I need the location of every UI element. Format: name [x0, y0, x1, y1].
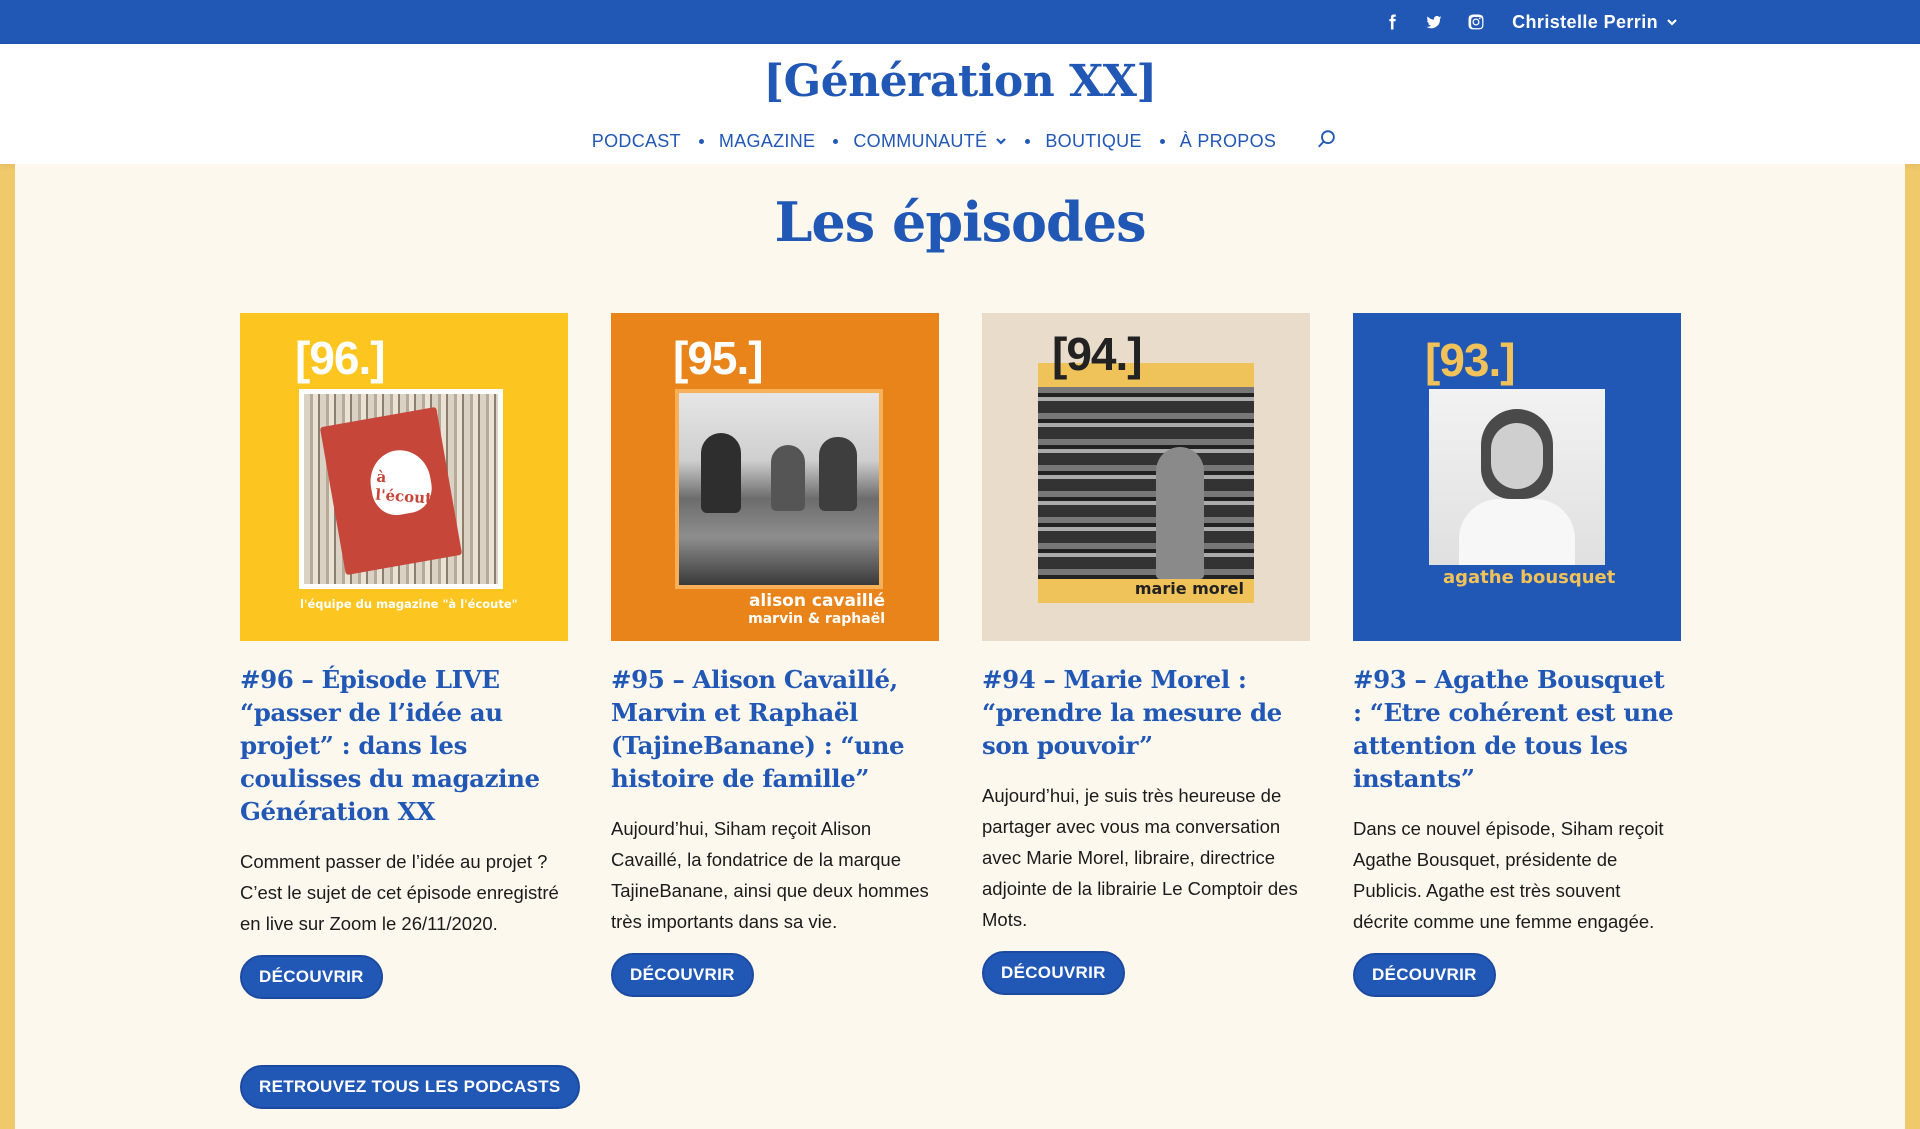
episode-excerpt: Comment passer de l’idée au projet ? C’e… — [240, 851, 559, 934]
nav-label: MAGAZINE — [718, 131, 816, 151]
site-logo[interactable]: [Génération XX] — [0, 56, 1920, 107]
discover-button[interactable]: DÉCOUVRIR — [611, 953, 754, 997]
discover-button[interactable]: DÉCOUVRIR — [240, 955, 383, 999]
nav-item-magazine[interactable]: MAGAZINE — [719, 131, 815, 152]
episode-photo — [1038, 387, 1254, 579]
instagram-icon[interactable] — [1466, 12, 1486, 32]
top-bar: Christelle Perrin — [0, 0, 1920, 44]
facebook-icon[interactable] — [1382, 12, 1402, 32]
nav-separator — [698, 139, 704, 144]
search-icon[interactable] — [1316, 128, 1338, 155]
chevron-down-icon — [995, 131, 1007, 152]
chevron-down-icon — [1666, 12, 1678, 33]
episode-number: [95.] — [673, 332, 764, 384]
episode-photo: à l'écoute — [299, 389, 503, 589]
user-menu[interactable]: Christelle Perrin — [1512, 12, 1678, 33]
episode-title[interactable]: #94 – Marie Morel : “prendre la mesure d… — [982, 663, 1310, 762]
site-header: [Génération XX] PODCAST MAGAZINE COMMUNA… — [0, 44, 1920, 164]
discover-button[interactable]: DÉCOUVRIR — [982, 951, 1125, 995]
cover-caption: marie morel — [1134, 579, 1244, 598]
episode-photo — [675, 389, 883, 589]
section-title: Les épisodes — [774, 190, 1146, 254]
episode-cover[interactable]: [93.] agathe bousquet — [1353, 313, 1681, 641]
episode-excerpt: Aujourd’hui, Siham reçoit Alison Cavaill… — [611, 818, 929, 932]
nav-separator — [1159, 139, 1165, 144]
nav-separator — [833, 139, 839, 144]
episode-card: [93.] agathe bousquet #93 – Agathe Bousq… — [1353, 313, 1681, 997]
cover-caption: agathe bousquet — [1443, 567, 1616, 588]
discover-button[interactable]: DÉCOUVRIR — [1353, 953, 1496, 997]
episode-number: [96.] — [295, 332, 386, 384]
cover-caption-secondary: marvin & raphaël — [748, 611, 885, 627]
cover-image-text: à l'écoute — [374, 467, 443, 509]
cover-caption: alison cavaillé — [748, 591, 885, 611]
nav-separator — [1025, 139, 1031, 144]
nav-label: PODCAST — [591, 131, 681, 151]
episode-excerpt: Dans ce nouvel épisode, Siham reçoit Aga… — [1353, 818, 1664, 932]
nav-item-a-propos[interactable]: À PROPOS — [1180, 131, 1276, 152]
episode-cover[interactable]: [96.] à l'écoute l'équipe du magazine "à… — [240, 313, 568, 641]
all-podcasts-button[interactable]: RETROUVEZ TOUS LES PODCASTS — [240, 1065, 580, 1109]
episode-number: [93.] — [1425, 334, 1516, 386]
episode-card: [94.] marie morel #94 – Marie Morel : “p… — [982, 313, 1310, 995]
episode-title[interactable]: #93 – Agathe Bousquet : “Etre cohérent e… — [1353, 663, 1681, 795]
nav-item-podcast[interactable]: PODCAST — [592, 131, 681, 152]
social-links — [1382, 12, 1486, 32]
nav-item-boutique[interactable]: BOUTIQUE — [1045, 131, 1141, 152]
episode-cover[interactable]: [94.] marie morel — [982, 313, 1310, 641]
episode-photo — [1429, 389, 1605, 565]
episode-cover[interactable]: [95.] alison cavaillé marvin & raphaël — [611, 313, 939, 641]
episode-title[interactable]: #96 – Épisode LIVE “passer de l’idée au … — [240, 663, 568, 828]
episode-excerpt: Aujourd’hui, je suis très heureuse de pa… — [982, 785, 1298, 930]
twitter-icon[interactable] — [1424, 12, 1444, 32]
nav-label: BOUTIQUE — [1045, 131, 1142, 151]
nav-label: À PROPOS — [1179, 131, 1277, 151]
cover-caption: l'équipe du magazine "à l'écoute" — [300, 597, 518, 611]
episode-card: [96.] à l'écoute l'équipe du magazine "à… — [240, 313, 568, 999]
episode-card: [95.] alison cavaillé marvin & raphaël #… — [611, 313, 939, 997]
user-name: Christelle Perrin — [1512, 11, 1658, 32]
nav-label: COMMUNAUTÉ — [853, 131, 988, 151]
episode-number: [94.] — [1052, 328, 1143, 380]
episodes-section: Les épisodes [96.] à l'écoute l'équipe d… — [15, 164, 1905, 1129]
main-nav: PODCAST MAGAZINE COMMUNAUTÉ BOUTIQUE À P… — [0, 128, 1920, 155]
episode-title[interactable]: #95 – Alison Cavaillé, Marvin et Raphaël… — [611, 663, 939, 795]
nav-item-communaute[interactable]: COMMUNAUTÉ — [853, 131, 1007, 152]
